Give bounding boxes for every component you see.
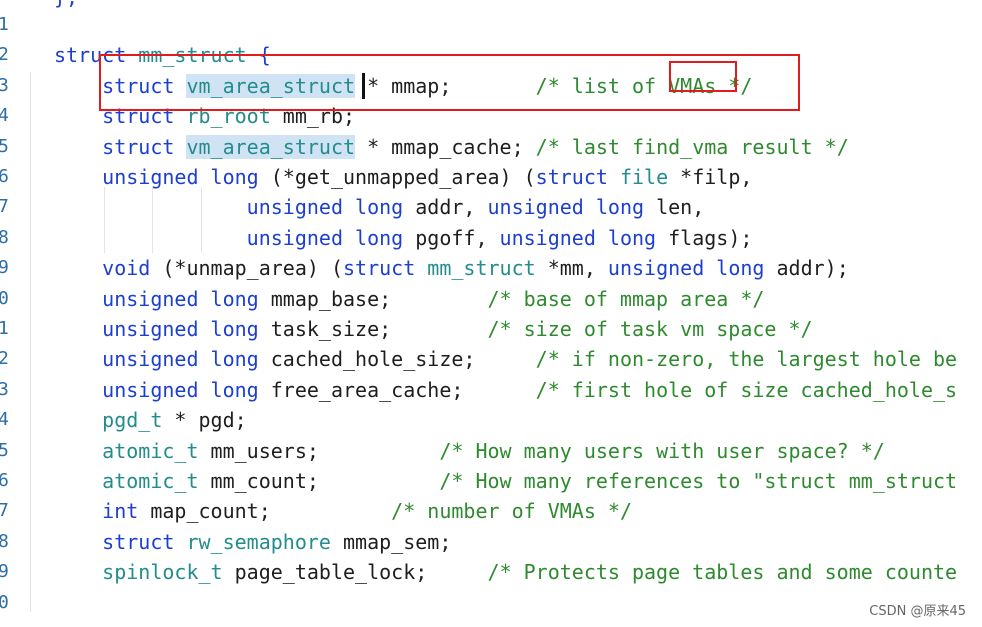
code-token: page_table_lock;: [222, 560, 488, 585]
line-number: 9: [0, 561, 9, 583]
line-number: 0: [0, 591, 9, 613]
code-token: free_area_cache;: [258, 377, 536, 402]
line-number: 6: [0, 166, 9, 187]
code-token: vm_area_struct: [186, 134, 356, 159]
code-line[interactable]: unsigned long free_area_cache; /* first …: [54, 375, 957, 405]
code-fragment-top: };: [54, 0, 78, 12]
code-line[interactable]: int map_count; /* number of VMAs */: [54, 496, 632, 526]
code-token: flags);: [656, 225, 753, 250]
line-number: 7: [0, 500, 9, 522]
code-token: task_size;: [258, 317, 488, 341]
code-token: cached_hole_size;: [258, 347, 536, 372]
line-number: 3: [0, 378, 9, 400]
code-token: * mmap_cache;: [355, 134, 536, 159]
line-number: 1: [0, 14, 9, 35]
code-line[interactable]: atomic_t mm_count; /* How many reference…: [54, 466, 957, 496]
code-token: unsigned long: [54, 165, 259, 189]
code-token: /* Protects page tables and some counte: [487, 560, 958, 585]
code-token: map_count;: [138, 499, 392, 524]
code-line[interactable]: spinlock_t page_table_lock; /* Protects …: [54, 557, 957, 587]
code-token: unsigned long: [54, 286, 259, 311]
code-token: mmap_base;: [258, 286, 488, 311]
indent-guide-main: [30, 72, 31, 612]
code-token: /* last find_vma result */: [535, 134, 849, 159]
line-number: 8: [0, 226, 9, 248]
code-token: /* size of task vm space */: [487, 317, 813, 341]
code-line[interactable]: atomic_t mm_users; /* How many users wit…: [54, 436, 885, 466]
code-token: pgd_t: [54, 408, 163, 433]
code-line[interactable]: unsigned long cached_hole_size; /* if no…: [54, 344, 957, 374]
code-line[interactable]: struct vm_area_struct * mmap_cache; /* l…: [54, 132, 849, 162]
line-number: 7: [0, 196, 9, 218]
code-token: struct: [342, 256, 416, 281]
code-token: atomic_t: [54, 438, 199, 463]
code-token: unsigned long: [54, 195, 404, 220]
code-token: (*unmap_area) (: [150, 256, 343, 281]
code-token: unsigned long: [499, 225, 657, 250]
watermark-text: CSDN @原来45: [867, 600, 968, 619]
code-token: struct: [535, 165, 608, 189]
code-token: *mm,: [535, 256, 608, 281]
code-token: atomic_t: [54, 469, 199, 493]
code-token: void: [54, 256, 151, 281]
line-number: 2: [0, 44, 9, 66]
line-number: 0: [0, 287, 9, 309]
code-token: /* How many references to "struct mm_str…: [439, 469, 958, 493]
code-token: spinlock_t: [54, 560, 223, 585]
code-token: *filp,: [668, 165, 753, 189]
code-token: pgoff,: [403, 225, 500, 250]
code-token: /* first hole of size cached_hole_s: [535, 377, 958, 402]
code-token: /* if non-zero, the largest hole be: [535, 347, 958, 372]
code-line[interactable]: unsigned long task_size; /* size of task…: [54, 314, 813, 344]
code-line[interactable]: void (*unmap_area) (struct mm_struct *mm…: [54, 253, 849, 283]
code-token: /* base of mmap area */: [487, 286, 765, 311]
indent-guide: [104, 187, 105, 253]
code-token: /* number of VMAs */: [391, 499, 632, 524]
code-token: rw_semaphore: [186, 529, 331, 554]
code-line[interactable]: unsigned long mmap_base; /* base of mmap…: [54, 284, 764, 314]
highlight-box-small: [669, 61, 737, 92]
code-line[interactable]: unsigned long pgoff, unsigned long flags…: [54, 223, 753, 253]
code-line[interactable]: pgd_t * pgd;: [54, 405, 247, 435]
code-token: unsigned long: [487, 195, 645, 220]
code-token: int: [54, 499, 139, 524]
line-number: 2: [0, 348, 9, 370]
line-number: 5: [0, 439, 9, 461]
code-token: mm_struct: [427, 256, 536, 281]
line-number: 4: [0, 105, 9, 127]
line-number: 4: [0, 409, 9, 431]
code-line[interactable]: struct rw_semaphore mmap_sem;: [54, 527, 451, 557]
line-number: 5: [0, 135, 9, 157]
code-token: struct: [54, 529, 175, 554]
code-token: unsigned long: [54, 377, 259, 402]
code-token: unsigned long: [54, 225, 404, 250]
code-line[interactable]: unsigned long (*get_unmapped_area) (stru…: [54, 162, 752, 192]
code-token: mm_count;: [198, 469, 440, 493]
indent-guide: [152, 187, 153, 253]
code-token: mmap_sem;: [330, 529, 452, 554]
code-token: (*get_unmapped_area) (: [258, 165, 536, 189]
code-token: /* How many users with user space? */: [439, 438, 885, 463]
code-token: struct: [54, 134, 175, 159]
code-token: addr,: [403, 195, 488, 220]
code-editor-screenshot: }; 1 2 3 4 5 6 7 8 9 0 1 2 3 4 5 6 7 8 9 0 struct mm_struct…: [0, 0, 982, 627]
line-number: 6: [0, 470, 9, 491]
code-token: len,: [644, 195, 705, 220]
indent-guide: [201, 187, 202, 253]
line-number: 1: [0, 318, 9, 339]
line-number: 3: [0, 74, 9, 96]
code-token: file: [619, 165, 669, 189]
line-number: 9: [0, 257, 9, 279]
line-number: 8: [0, 530, 9, 552]
code-token: addr);: [764, 256, 849, 281]
code-token: mm_users;: [198, 438, 440, 463]
code-token: unsigned long: [607, 256, 765, 281]
code-token: * pgd;: [162, 408, 247, 433]
code-token: unsigned long: [54, 347, 259, 372]
code-token: unsigned long: [54, 317, 259, 341]
